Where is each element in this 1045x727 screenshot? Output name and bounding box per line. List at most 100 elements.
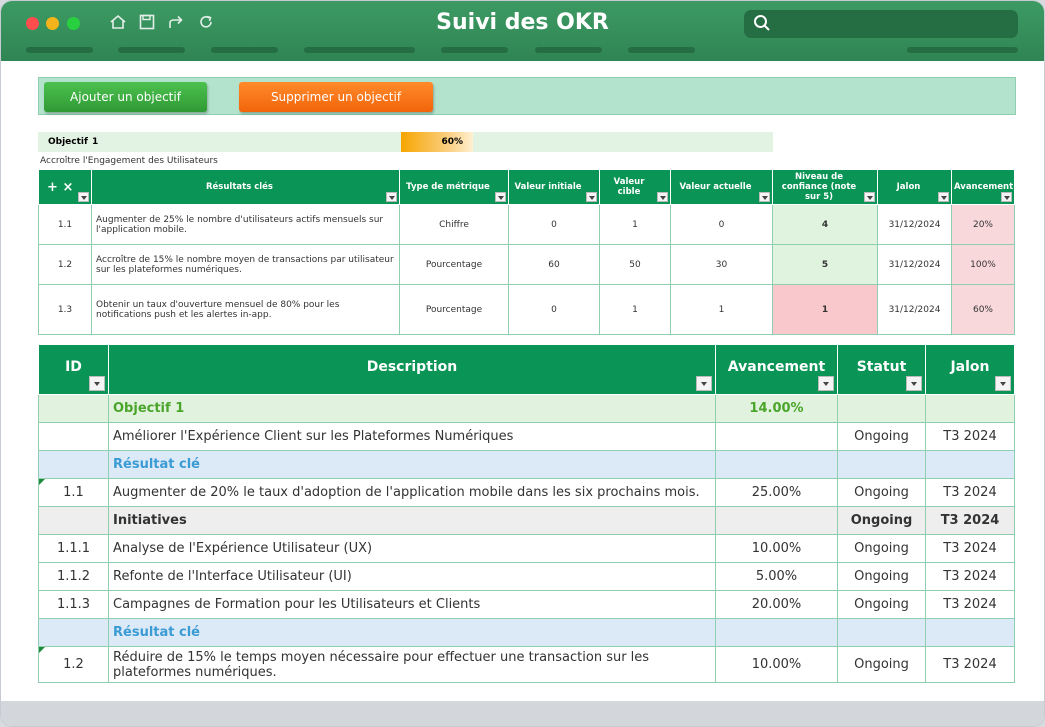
row-id[interactable] <box>38 506 109 535</box>
row-milestone[interactable]: T3 2024 <box>925 534 1015 563</box>
row-description[interactable]: Résultat clé <box>108 618 716 647</box>
row-status[interactable] <box>837 450 926 479</box>
table-row[interactable]: Résultat clé <box>38 618 1015 647</box>
kr-progress[interactable]: 60% <box>951 284 1015 335</box>
row-status[interactable]: Ongoing <box>837 478 926 507</box>
table-row[interactable]: 1.3 Obtenir un taux d'ouverture mensuel … <box>38 284 1015 335</box>
row-progress[interactable]: 5.00% <box>715 562 838 591</box>
row-id[interactable] <box>38 394 109 423</box>
row-status[interactable]: Ongoing <box>837 590 926 619</box>
row-progress[interactable]: 25.00% <box>715 478 838 507</box>
kr-current[interactable]: 0 <box>670 204 773 245</box>
row-milestone[interactable]: T3 2024 <box>925 422 1015 451</box>
row-status[interactable]: Ongoing <box>837 422 926 451</box>
kr-id[interactable]: 1.3 <box>38 284 92 335</box>
row-milestone[interactable] <box>925 618 1015 647</box>
kr-progress[interactable]: 100% <box>951 244 1015 285</box>
filter-dropdown-icon[interactable] <box>995 376 1011 391</box>
row-description[interactable]: Objectif 1 <box>108 394 716 423</box>
row-milestone[interactable]: T3 2024 <box>925 590 1015 619</box>
kr-id[interactable]: 1.1 <box>38 204 92 245</box>
add-objective-button[interactable]: Ajouter un objectif <box>44 82 207 112</box>
filter-dropdown-icon[interactable] <box>586 192 597 202</box>
row-milestone[interactable]: T3 2024 <box>925 506 1015 535</box>
kr-initial[interactable]: 0 <box>508 204 600 245</box>
menu-item[interactable] <box>441 47 508 53</box>
filter-dropdown-icon[interactable] <box>906 376 922 391</box>
row-id[interactable] <box>38 450 109 479</box>
row-id[interactable]: 1.1 <box>38 478 109 507</box>
remove-kr-icon[interactable]: × <box>62 180 73 195</box>
kr-description[interactable]: Augmenter de 25% le nombre d'utilisateur… <box>91 204 400 245</box>
row-progress[interactable] <box>715 618 838 647</box>
table-row[interactable]: 1.1.3 Campagnes de Formation pour les Ut… <box>38 590 1015 619</box>
row-description[interactable]: Améliorer l'Expérience Client sur les Pl… <box>108 422 716 451</box>
kr-milestone[interactable]: 31/12/2024 <box>877 204 952 245</box>
kr-progress[interactable]: 20% <box>951 204 1015 245</box>
kr-type[interactable]: Pourcentage <box>399 244 509 285</box>
menu-item[interactable] <box>628 47 695 53</box>
row-description[interactable]: Résultat clé <box>108 450 716 479</box>
row-id[interactable]: 1.1.3 <box>38 590 109 619</box>
kr-milestone[interactable]: 31/12/2024 <box>877 244 952 285</box>
kr-description[interactable]: Obtenir un taux d'ouverture mensuel de 8… <box>91 284 400 335</box>
kr-target[interactable]: 50 <box>599 244 671 285</box>
filter-dropdown-icon[interactable] <box>89 376 105 391</box>
filter-dropdown-icon[interactable] <box>759 192 770 202</box>
filter-dropdown-icon[interactable] <box>78 192 89 202</box>
filter-dropdown-icon[interactable] <box>696 376 712 391</box>
row-id[interactable] <box>38 618 109 647</box>
row-milestone[interactable]: T3 2024 <box>925 562 1015 591</box>
row-id[interactable]: 1.1.1 <box>38 534 109 563</box>
filter-dropdown-icon[interactable] <box>1001 192 1012 202</box>
row-milestone[interactable] <box>925 450 1015 479</box>
row-status[interactable]: Ongoing <box>837 534 926 563</box>
row-description[interactable]: Augmenter de 20% le taux d'adoption de l… <box>108 478 716 507</box>
row-milestone[interactable]: T3 2024 <box>925 646 1015 683</box>
add-kr-icon[interactable]: + <box>47 180 58 195</box>
kr-current[interactable]: 1 <box>670 284 773 335</box>
row-progress[interactable]: 10.00% <box>715 534 838 563</box>
filter-dropdown-icon[interactable] <box>657 192 668 202</box>
row-progress[interactable] <box>715 506 838 535</box>
row-description[interactable]: Refonte de l'Interface Utilisateur (UI) <box>108 562 716 591</box>
table-row[interactable]: 1.1 Augmenter de 20% le taux d'adoption … <box>38 478 1015 507</box>
kr-confidence[interactable]: 1 <box>772 284 878 335</box>
row-progress[interactable] <box>715 450 838 479</box>
filter-dropdown-icon[interactable] <box>818 376 834 391</box>
row-description[interactable]: Analyse de l'Expérience Utilisateur (UX) <box>108 534 716 563</box>
row-status[interactable] <box>837 394 926 423</box>
table-row[interactable]: Objectif 1 14.00% <box>38 394 1015 423</box>
row-status[interactable]: Ongoing <box>837 646 926 683</box>
menu-item[interactable] <box>211 47 278 53</box>
row-id[interactable]: 1.1.2 <box>38 562 109 591</box>
filter-dropdown-icon[interactable] <box>386 192 397 202</box>
table-row[interactable]: 1.2 Réduire de 15% le temps moyen nécess… <box>38 646 1015 683</box>
filter-dropdown-icon[interactable] <box>938 192 949 202</box>
kr-milestone[interactable]: 31/12/2024 <box>877 284 952 335</box>
table-row[interactable]: Améliorer l'Expérience Client sur les Pl… <box>38 422 1015 451</box>
row-description[interactable]: Campagnes de Formation pour les Utilisat… <box>108 590 716 619</box>
kr-id[interactable]: 1.2 <box>38 244 92 285</box>
kr-current[interactable]: 30 <box>670 244 773 285</box>
search-input[interactable] <box>744 10 1018 38</box>
row-progress[interactable]: 20.00% <box>715 590 838 619</box>
table-row[interactable]: Initiatives Ongoing T3 2024 <box>38 506 1015 535</box>
table-row[interactable]: 1.1.2 Refonte de l'Interface Utilisateur… <box>38 562 1015 591</box>
menu-item[interactable] <box>118 47 185 53</box>
table-row[interactable]: 1.2 Accroître de 15% le nombre moyen de … <box>38 244 1015 285</box>
delete-objective-button[interactable]: Supprimer un objectif <box>239 82 433 112</box>
row-milestone[interactable]: T3 2024 <box>925 478 1015 507</box>
table-row[interactable]: 1.1 Augmenter de 25% le nombre d'utilisa… <box>38 204 1015 245</box>
row-description[interactable]: Réduire de 15% le temps moyen nécessaire… <box>108 646 716 683</box>
row-id[interactable]: 1.2 <box>38 646 109 683</box>
kr-type[interactable]: Pourcentage <box>399 284 509 335</box>
menu-item[interactable] <box>535 47 602 53</box>
table-row[interactable]: 1.1.1 Analyse de l'Expérience Utilisateu… <box>38 534 1015 563</box>
menu-item[interactable] <box>907 47 1018 53</box>
kr-type[interactable]: Chiffre <box>399 204 509 245</box>
kr-initial[interactable]: 60 <box>508 244 600 285</box>
table-row[interactable]: Résultat clé <box>38 450 1015 479</box>
kr-confidence[interactable]: 5 <box>772 244 878 285</box>
row-status[interactable]: Ongoing <box>837 562 926 591</box>
